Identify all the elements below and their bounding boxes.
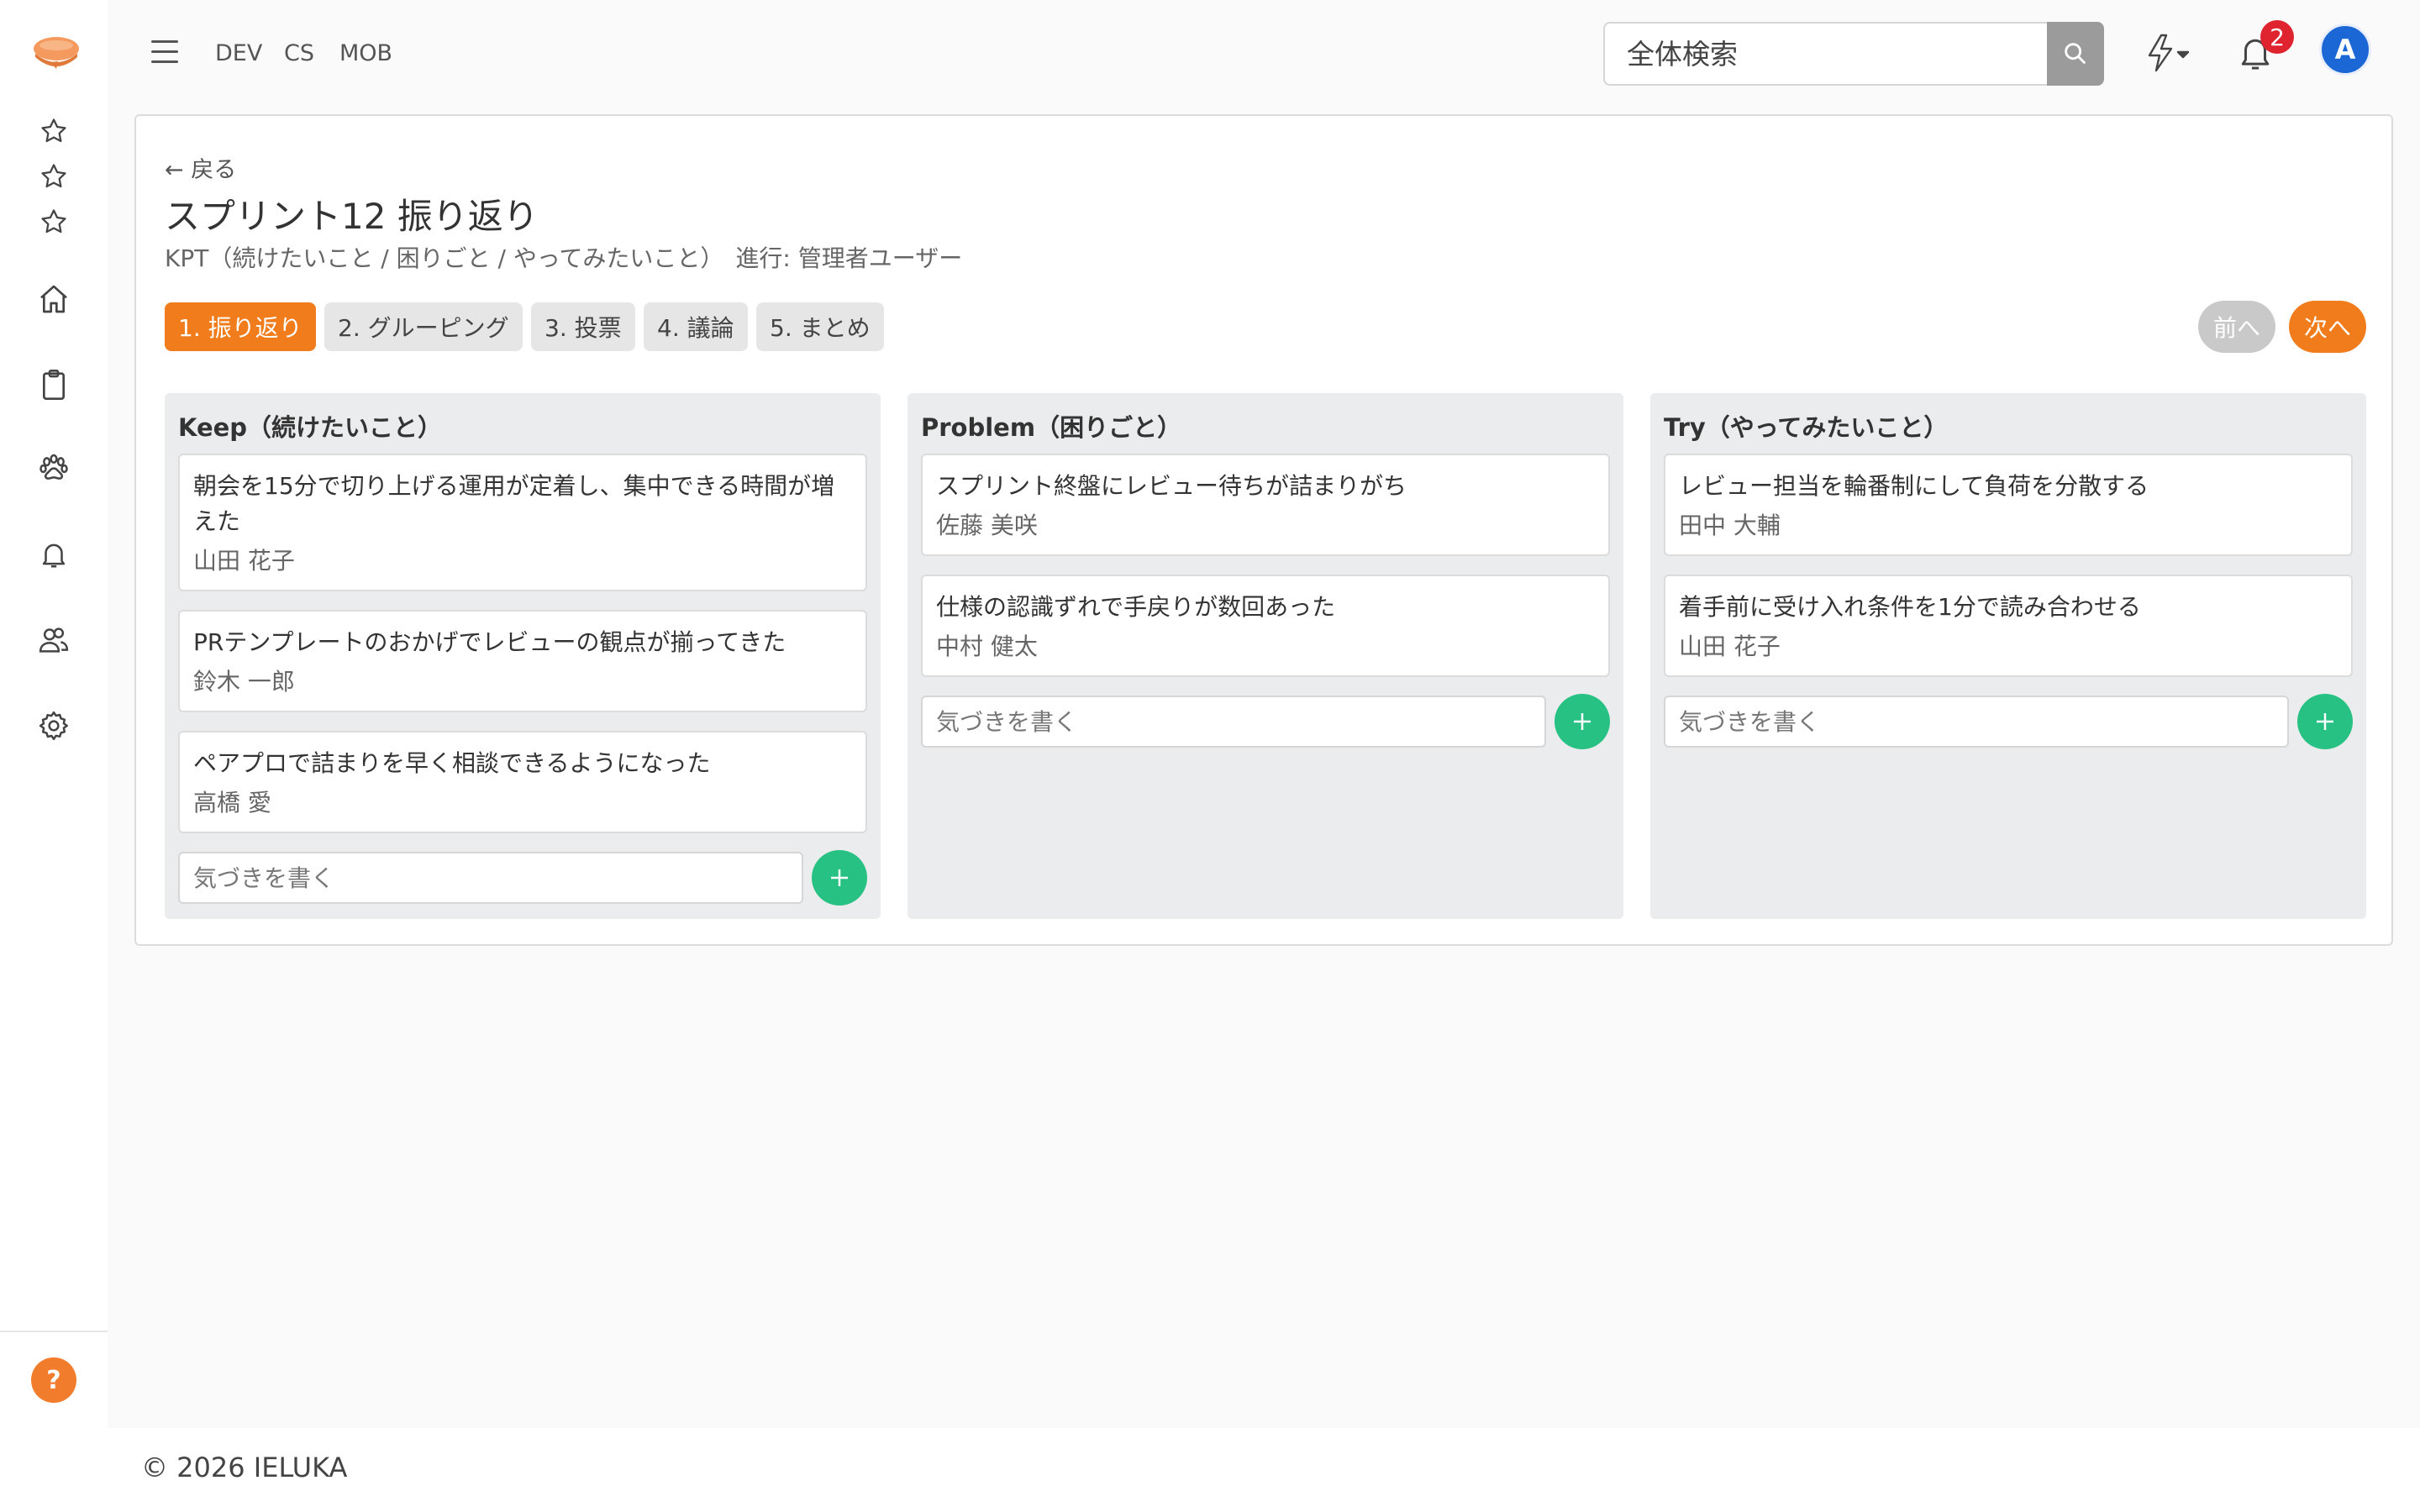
app-logo[interactable] bbox=[32, 32, 81, 74]
column-title: Problem（困りごと） bbox=[921, 413, 1182, 442]
column-try: Try（やってみたいこと） レビュー担当を輪番制にして負荷を分散する 田中 大輔… bbox=[1650, 393, 2366, 919]
column-title: Keep（続けたいこと） bbox=[178, 413, 443, 442]
user-avatar[interactable]: A bbox=[2319, 24, 2371, 76]
add-card-button[interactable] bbox=[812, 850, 867, 906]
retro-card[interactable]: レビュー担当を輪番制にして負荷を分散する 田中 大輔 bbox=[1664, 454, 2353, 556]
card-text: レビュー担当を輪番制にして負荷を分散する bbox=[1679, 472, 2149, 500]
retro-card[interactable]: 仕様の認識ずれで手戻りが数回あった 中村 健太 bbox=[921, 575, 1610, 677]
favorite-star-icon-2[interactable] bbox=[30, 153, 77, 200]
paw-icon[interactable] bbox=[30, 445, 77, 492]
favorite-star-icon-3[interactable] bbox=[30, 198, 77, 245]
new-card-input[interactable] bbox=[1664, 696, 2289, 748]
card-text: 仕様の認識ずれで手戻りが数回あった bbox=[936, 593, 1336, 621]
step-tab-grouping[interactable]: 2. グルーピング bbox=[324, 302, 523, 351]
plus-icon bbox=[2317, 713, 2333, 730]
retro-card[interactable]: PRテンプレートのおかげでレビューの観点が揃ってきた 鈴木 一郎 bbox=[178, 610, 867, 712]
home-icon[interactable] bbox=[30, 276, 77, 323]
retro-card[interactable]: ペアプロで詰まりを早く相談できるようになった 高橋 愛 bbox=[178, 731, 867, 833]
card-author: 山田 花子 bbox=[1679, 633, 1781, 660]
new-card-input[interactable] bbox=[921, 696, 1546, 748]
column-keep: Keep（続けたいこと） 朝会を15分で切り上げる運用が定着し、集中できる時間が… bbox=[165, 393, 881, 919]
global-search-input[interactable] bbox=[1603, 22, 2049, 86]
add-card-button[interactable] bbox=[1555, 694, 1610, 749]
plus-icon bbox=[1574, 713, 1591, 730]
plus-icon bbox=[831, 869, 848, 886]
sidebar-divider bbox=[0, 1331, 108, 1332]
gear-icon[interactable] bbox=[30, 702, 77, 749]
card-text: スプリント終盤にレビュー待ちが詰まりがち bbox=[936, 472, 1407, 500]
step-tab-retrospective[interactable]: 1. 振り返り bbox=[165, 302, 316, 351]
card-text: 朝会を15分で切り上げる運用が定着し、集中できる時間が増えた bbox=[193, 472, 835, 535]
step-tab-voting[interactable]: 3. 投票 bbox=[531, 302, 635, 351]
card-author: 佐藤 美咲 bbox=[936, 512, 1038, 539]
card-text: ペアプロで詰まりを早く相談できるようになった bbox=[193, 749, 711, 777]
add-card-button[interactable] bbox=[2297, 694, 2353, 749]
back-link[interactable]: ← 戻る bbox=[165, 151, 236, 184]
notification-count-badge: 2 bbox=[2260, 20, 2294, 54]
column-title: Try（やってみたいこと） bbox=[1664, 413, 1949, 442]
search-button[interactable] bbox=[2047, 22, 2104, 86]
quick-actions-dropdown[interactable] bbox=[2138, 32, 2196, 74]
step-tab-summary[interactable]: 5. まとめ bbox=[756, 302, 884, 351]
card-author: 田中 大輔 bbox=[1679, 512, 1781, 539]
retro-card[interactable]: 朝会を15分で切り上げる運用が定着し、集中できる時間が増えた 山田 花子 bbox=[178, 454, 867, 591]
lightning-icon bbox=[2148, 34, 2190, 72]
next-button[interactable]: 次へ bbox=[2289, 301, 2366, 353]
sidebar: ? bbox=[0, 0, 108, 1512]
retro-card[interactable]: スプリント終盤にレビュー待ちが詰まりがち 佐藤 美咲 bbox=[921, 454, 1610, 556]
card-author: 山田 花子 bbox=[193, 547, 295, 575]
retro-card[interactable]: 着手前に受け入れ条件を1分で読み合わせる 山田 花子 bbox=[1664, 575, 2353, 677]
nav-link-dev[interactable]: DEV bbox=[215, 40, 262, 66]
clipboard-icon[interactable] bbox=[30, 361, 77, 408]
page-subtitle: KPT（続けたいこと / 困りごと / やってみたいこと） 進行: 管理者ユーザ… bbox=[165, 244, 963, 272]
page-title: スプリント12 振り返り bbox=[165, 196, 539, 237]
users-icon[interactable] bbox=[30, 617, 77, 664]
card-text: PRテンプレートのおかげでレビューの観点が揃ってきた bbox=[193, 628, 786, 656]
step-tab-discussion[interactable]: 4. 議論 bbox=[644, 302, 748, 351]
prev-button[interactable]: 前へ bbox=[2198, 301, 2275, 353]
card-author: 高橋 愛 bbox=[193, 789, 271, 816]
column-problem: Problem（困りごと） スプリント終盤にレビュー待ちが詰まりがち 佐藤 美咲… bbox=[908, 393, 1623, 919]
retrospective-panel: ← 戻る スプリント12 振り返り KPT（続けたいこと / 困りごと / やっ… bbox=[134, 114, 2393, 946]
bell-icon[interactable] bbox=[30, 531, 77, 578]
help-button[interactable]: ? bbox=[31, 1357, 76, 1403]
nav-link-cs[interactable]: CS bbox=[284, 40, 314, 66]
card-text: 着手前に受け入れ条件を1分で読み合わせる bbox=[1679, 593, 2141, 621]
new-card-input[interactable] bbox=[178, 852, 803, 904]
favorite-star-icon-1[interactable] bbox=[30, 108, 77, 155]
hamburger-icon[interactable] bbox=[151, 40, 178, 64]
card-author: 鈴木 一郎 bbox=[193, 668, 295, 696]
copyright: © 2026 IELUKA bbox=[141, 1452, 348, 1483]
nav-link-mob[interactable]: MOB bbox=[339, 40, 392, 66]
footer: © 2026 IELUKA bbox=[108, 1428, 2420, 1512]
card-author: 中村 健太 bbox=[936, 633, 1038, 660]
search-icon bbox=[2065, 43, 2086, 65]
